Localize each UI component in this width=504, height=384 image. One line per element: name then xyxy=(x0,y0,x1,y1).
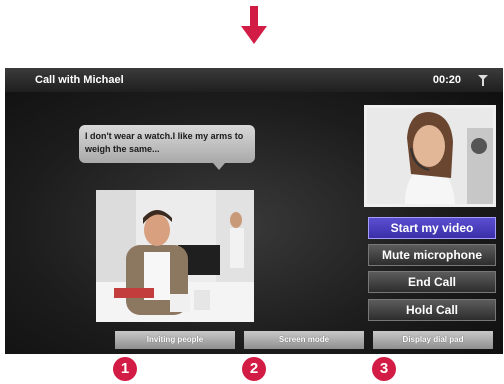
inviting-people-button[interactable]: Inviting people xyxy=(115,331,235,349)
hold-call-button[interactable]: Hold Call xyxy=(368,299,496,321)
remote-video-image xyxy=(96,190,254,322)
call-title: Call with Michael xyxy=(35,74,124,86)
display-dial-pad-button[interactable]: Display dial pad xyxy=(373,331,493,349)
signal-icon xyxy=(478,75,488,86)
call-timer: 00:20 xyxy=(432,74,461,86)
self-video xyxy=(364,105,496,207)
chat-bubble: I don't wear a watch.I like my arms to w… xyxy=(79,125,255,163)
arrow-down-icon xyxy=(241,6,267,44)
callout-badge-3: 3 xyxy=(372,357,396,381)
call-screen: Call with Michael 00:20 I don't wear a w… xyxy=(5,68,503,354)
self-video-image xyxy=(367,108,493,204)
end-call-button[interactable]: End Call xyxy=(368,271,496,293)
title-bar: Call with Michael 00:20 xyxy=(5,68,503,92)
callout-badge-2: 2 xyxy=(242,357,266,381)
remote-video xyxy=(96,190,254,322)
start-video-button[interactable]: Start my video xyxy=(368,217,496,239)
chat-bubble-tail xyxy=(213,163,225,170)
mute-microphone-button[interactable]: Mute microphone xyxy=(368,244,496,266)
callout-badge-1: 1 xyxy=(113,357,137,381)
screen-mode-button[interactable]: Screen mode xyxy=(244,331,364,349)
